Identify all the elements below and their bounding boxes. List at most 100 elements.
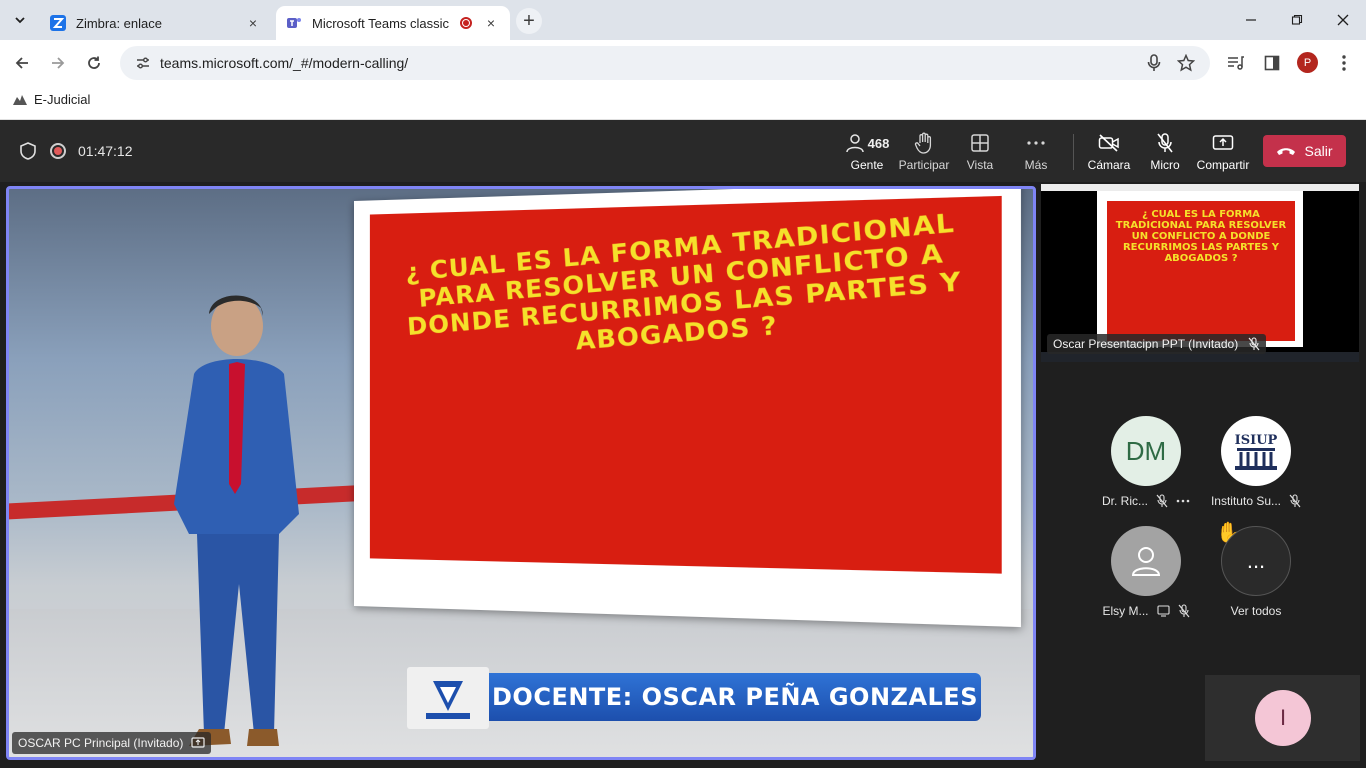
more-participants-icon: ... [1221, 526, 1291, 596]
view-all-tile[interactable]: ... Ver todos [1206, 526, 1306, 618]
mic-label: Micro [1150, 158, 1180, 172]
minimize-icon [1246, 19, 1256, 21]
recording-icon [50, 143, 66, 159]
view-all-label: Ver todos [1230, 604, 1282, 618]
studio-screen: ¿ CUAL ES LA FORMA TRADICIONAL PARA RESO… [354, 189, 1021, 628]
close-tab-icon[interactable]: × [482, 14, 500, 32]
toolbar-divider [1073, 134, 1074, 170]
lower-third-text: DOCENTE: OSCAR PEÑA GONZALES [489, 673, 981, 721]
bookmarks-bar: E-Judicial [0, 86, 1366, 120]
share-label: Compartir [1196, 158, 1250, 172]
participant-name: Elsy M... [1102, 604, 1149, 618]
participant-name: Instituto Su... [1210, 494, 1282, 508]
profile-avatar[interactable]: P [1297, 52, 1318, 73]
tab-title: Zimbra: enlace [76, 15, 162, 31]
lower-third-banner: DOCENTE: OSCAR PEÑA GONZALES [407, 667, 982, 729]
institution-logo-icon [407, 667, 489, 729]
camera-off-icon [1098, 134, 1119, 152]
shield-icon[interactable] [18, 141, 38, 161]
meeting-timer: 01:47:12 [78, 143, 133, 159]
participant-tile[interactable]: Elsy M... [1096, 526, 1196, 618]
participant-tile[interactable]: DM Dr. Ric... [1096, 416, 1196, 508]
url-text[interactable]: teams.microsoft.com/_#/modern-calling/ [160, 55, 408, 71]
leave-label: Salir [1304, 143, 1333, 159]
arrow-right-icon [52, 57, 65, 69]
institution-logo-icon: ISIUP [1221, 416, 1291, 486]
mic-off-icon [1248, 337, 1260, 351]
tab-zimbra[interactable]: Zimbra: enlace × [40, 6, 272, 40]
side-panel-icon[interactable] [1261, 52, 1283, 74]
microphone-icon[interactable] [1144, 53, 1164, 73]
screen-share-label: Oscar Presentacipn PPT (Invitado) [1047, 334, 1267, 354]
slide-question-text: ¿ CUAL ES LA FORMA TRADICIONAL PARA RESO… [404, 207, 963, 356]
people-icon [845, 134, 864, 153]
bookmark-star-icon[interactable] [1176, 53, 1196, 73]
view-label: Vista [966, 158, 994, 172]
raise-hand-label: Participar [898, 158, 950, 172]
camera-button[interactable]: Cámara [1081, 132, 1137, 176]
more-actions-button[interactable]: Más [1008, 132, 1064, 176]
more-horizontal-icon [1027, 141, 1045, 145]
bookmark-item[interactable]: E-Judicial [12, 92, 90, 107]
mic-button[interactable]: Micro [1137, 132, 1193, 176]
reload-button[interactable] [81, 50, 107, 76]
share-window-titlebar [1041, 184, 1359, 191]
participant-tile[interactable]: ISIUP Instituto Su... [1206, 416, 1306, 508]
new-tab-button[interactable]: + [516, 8, 542, 34]
view-button[interactable]: Vista [952, 132, 1008, 176]
avatar: DM [1111, 416, 1181, 486]
default-avatar-icon [1111, 526, 1181, 596]
teams-icon [286, 15, 302, 31]
leave-button[interactable]: Salir [1263, 135, 1346, 167]
share-slide: ¿ CUAL ES LA FORMA TRADICIONAL PARA RESO… [1097, 191, 1303, 347]
address-bar[interactable]: teams.microsoft.com/_#/modern-calling/ [120, 46, 1210, 80]
participant-name: OSCAR PC Principal (Invitado) [18, 736, 184, 750]
camera-label: Cámara [1087, 158, 1131, 172]
screen-share-indicator-icon [1156, 605, 1170, 617]
tab-title: Microsoft Teams classic [312, 15, 450, 31]
arrow-left-icon [15, 57, 28, 69]
browser-menu-icon[interactable] [1333, 52, 1355, 74]
logo-text: ISIUP [1235, 433, 1278, 448]
recording-indicator-icon [460, 17, 472, 29]
close-icon [1337, 14, 1349, 26]
screen-share-indicator-icon [191, 737, 205, 748]
close-window-button[interactable] [1330, 8, 1356, 32]
main-video-label: OSCAR PC Principal (Invitado) [12, 732, 212, 754]
mic-off-icon [1156, 494, 1168, 508]
self-view-tile[interactable]: I [1205, 675, 1360, 761]
mic-off-icon [1289, 494, 1301, 508]
media-control-icon[interactable] [1225, 52, 1247, 74]
zimbra-icon [50, 15, 66, 31]
site-info-icon[interactable] [128, 55, 158, 71]
raise-hand-button[interactable]: Participar [896, 132, 952, 176]
tab-teams[interactable]: Microsoft Teams classic × [276, 6, 510, 40]
participant-name: Oscar Presentacipn PPT (Invitado) [1053, 337, 1239, 351]
tab-strip: Zimbra: enlace × Microsoft Teams classic… [0, 0, 1366, 40]
presenter-figure [174, 295, 299, 746]
forward-button[interactable] [45, 50, 71, 76]
people-button[interactable]: 468 Gente [839, 132, 895, 176]
avatar: I [1255, 690, 1311, 746]
bookmark-label: E-Judicial [34, 92, 91, 107]
main-video-tile[interactable]: ¿ CUAL ES LA FORMA TRADICIONAL PARA RESO… [6, 186, 1036, 760]
people-count: 468 [867, 135, 890, 151]
meeting-bar: 01:47:12 468 Gente Participar Vista Más … [0, 120, 1366, 182]
back-button[interactable] [9, 50, 35, 76]
more-label: Más [1024, 158, 1048, 172]
participant-name: Dr. Ric... [1101, 494, 1148, 508]
share-button[interactable]: Compartir [1195, 132, 1251, 176]
chevron-down-icon [15, 17, 25, 24]
hand-icon [914, 132, 932, 154]
people-label: Gente [850, 158, 884, 172]
restore-icon [1291, 14, 1303, 25]
close-tab-icon[interactable]: × [244, 14, 262, 32]
restore-button[interactable] [1284, 8, 1310, 32]
tab-search-button[interactable] [8, 8, 32, 32]
minimize-button[interactable] [1238, 8, 1264, 32]
mic-off-icon [1157, 133, 1173, 153]
more-options-icon[interactable] [1176, 499, 1190, 503]
bookmark-logo-icon [13, 94, 27, 105]
share-slide-text: ¿ CUAL ES LA FORMA TRADICIONAL PARA RESO… [1107, 201, 1295, 341]
reload-icon [88, 56, 100, 69]
